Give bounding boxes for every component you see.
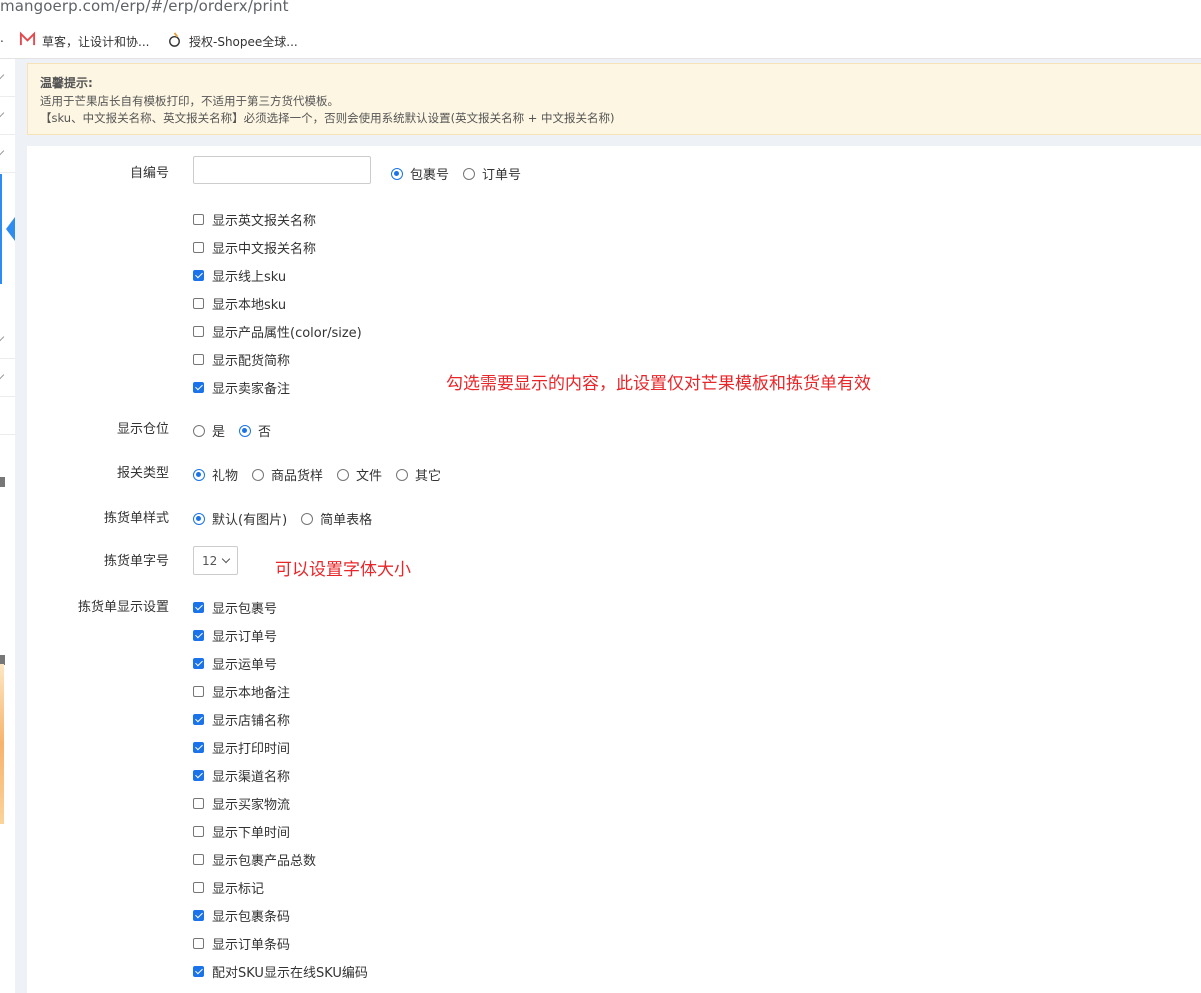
checkbox-show-order-barcode[interactable]: 显示订单条码: [193, 934, 290, 953]
checkbox-show-local-sku[interactable]: 显示本地sku: [193, 294, 286, 313]
side-nav: [0, 59, 16, 993]
checkbox-show-local-remark[interactable]: 显示本地备注: [193, 682, 290, 701]
chevron-down-icon: [0, 108, 5, 118]
chevron-down-icon: [221, 554, 231, 564]
checkbox-show-chinese-customs-name[interactable]: 显示中文报关名称: [193, 238, 316, 257]
annotation-display-note: 勾选需要显示的内容，此设置仅对芒果模板和拣货单有效: [446, 374, 871, 394]
checkbox-show-mark[interactable]: 显示标记: [193, 878, 264, 897]
picking-style-label: 拣货单样式: [103, 511, 169, 526]
customs-type-label: 报关类型: [116, 466, 169, 481]
checkbox-show-order-number[interactable]: 显示订单号: [193, 626, 277, 645]
checkbox-show-allocation-abbr[interactable]: 显示配货简称: [193, 350, 290, 369]
checkbox-show-package-barcode[interactable]: 显示包裹条码: [193, 906, 290, 925]
shopee-icon: [166, 31, 183, 51]
checkbox-show-tracking-number[interactable]: 显示运单号: [193, 654, 277, 673]
self-number-input[interactable]: [193, 156, 371, 184]
annotation-font-note: 可以设置字体大小: [275, 560, 411, 580]
bookmarks-bar: . 草客，让设计和协... 授权-Shopee全球...: [0, 22, 1201, 59]
picking-style-radio-group: 默认(有图片) 简单表格: [193, 509, 386, 528]
nav-item[interactable]: [0, 135, 15, 173]
radio-location-yes[interactable]: 是: [193, 421, 225, 440]
active-indicator-icon: [6, 217, 15, 241]
show-location-label: 显示仓位: [116, 422, 169, 437]
self-number-label: 自编号: [129, 166, 169, 181]
nav-item[interactable]: [0, 359, 15, 397]
font-size-select[interactable]: 12: [193, 546, 238, 575]
radio-location-no[interactable]: 否: [239, 421, 271, 440]
picking-font-label: 拣货单字号: [103, 554, 169, 569]
customs-type-radio-group: 礼物 商品货样 文件 其它: [193, 465, 455, 484]
bookmark-item-1[interactable]: 草客，让设计和协...: [19, 31, 149, 51]
checkbox-show-package-product-total[interactable]: 显示包裹产品总数: [193, 850, 316, 869]
radio-simple-table[interactable]: 简单表格: [301, 509, 372, 528]
nav-item[interactable]: [0, 397, 15, 435]
checkbox-show-online-sku[interactable]: 显示线上sku: [193, 266, 286, 285]
checkbox-show-channel-name[interactable]: 显示渠道名称: [193, 766, 290, 785]
nav-item[interactable]: [0, 321, 15, 359]
checkbox-pair-sku-show-online-sku[interactable]: 配对SKU显示在线SKU编码: [193, 962, 368, 981]
nav-item[interactable]: [0, 97, 15, 135]
checkbox-show-order-time[interactable]: 显示下单时间: [193, 822, 290, 841]
self-number-radio-group: 包裹号 订单号: [391, 164, 535, 183]
show-location-radio-group: 是 否: [193, 421, 285, 440]
radio-document[interactable]: 文件: [337, 465, 382, 484]
radio-other[interactable]: 其它: [396, 465, 441, 484]
m-logo-icon: [19, 31, 36, 51]
checkbox-show-seller-remark[interactable]: 显示卖家备注: [193, 378, 290, 397]
chevron-down-icon: [0, 70, 5, 80]
radio-order-number[interactable]: 订单号: [463, 164, 521, 183]
checkbox-show-package-number[interactable]: 显示包裹号: [193, 598, 277, 617]
picking-display-label: 拣货单显示设置: [77, 600, 169, 615]
chevron-down-icon: [0, 332, 5, 342]
nav-image: [0, 664, 4, 824]
nav-thumb: [0, 477, 5, 487]
notice-box: 温馨提示: 适用于芒果店长自有模板打印，不适用于第三方货代模板。 【sku、中文…: [27, 63, 1201, 135]
url-text[interactable]: mangoerp.com/erp/#/erp/orderx/print: [0, 0, 289, 15]
address-bar[interactable]: mangoerp.com/erp/#/erp/orderx/print: [0, 0, 1201, 22]
notice-line: 【sku、中文报关名称、英文报关名称】必须选择一个，否则会使用系统默认设置(英文…: [40, 111, 615, 125]
checkbox-show-print-time[interactable]: 显示打印时间: [193, 738, 290, 757]
radio-gift[interactable]: 礼物: [193, 465, 238, 484]
nav-item[interactable]: [0, 59, 15, 97]
checkbox-show-product-attributes[interactable]: 显示产品属性(color/size): [193, 322, 362, 341]
bookmark-item-2[interactable]: 授权-Shopee全球...: [166, 31, 298, 51]
notice-title: 温馨提示:: [40, 76, 93, 90]
checkbox-show-english-customs-name[interactable]: 显示英文报关名称: [193, 210, 316, 229]
radio-sample[interactable]: 商品货样: [252, 465, 323, 484]
checkbox-show-store-name[interactable]: 显示店铺名称: [193, 710, 290, 729]
bookmark-overflow[interactable]: .: [0, 31, 4, 45]
radio-default-with-image[interactable]: 默认(有图片): [193, 509, 287, 528]
radio-package-number[interactable]: 包裹号: [391, 164, 449, 183]
chevron-down-icon: [0, 370, 5, 380]
checkbox-show-buyer-logistics[interactable]: 显示买家物流: [193, 794, 290, 813]
notice-line: 适用于芒果店长自有模板打印，不适用于第三方货代模板。: [40, 94, 339, 108]
chevron-down-icon: [0, 146, 5, 156]
